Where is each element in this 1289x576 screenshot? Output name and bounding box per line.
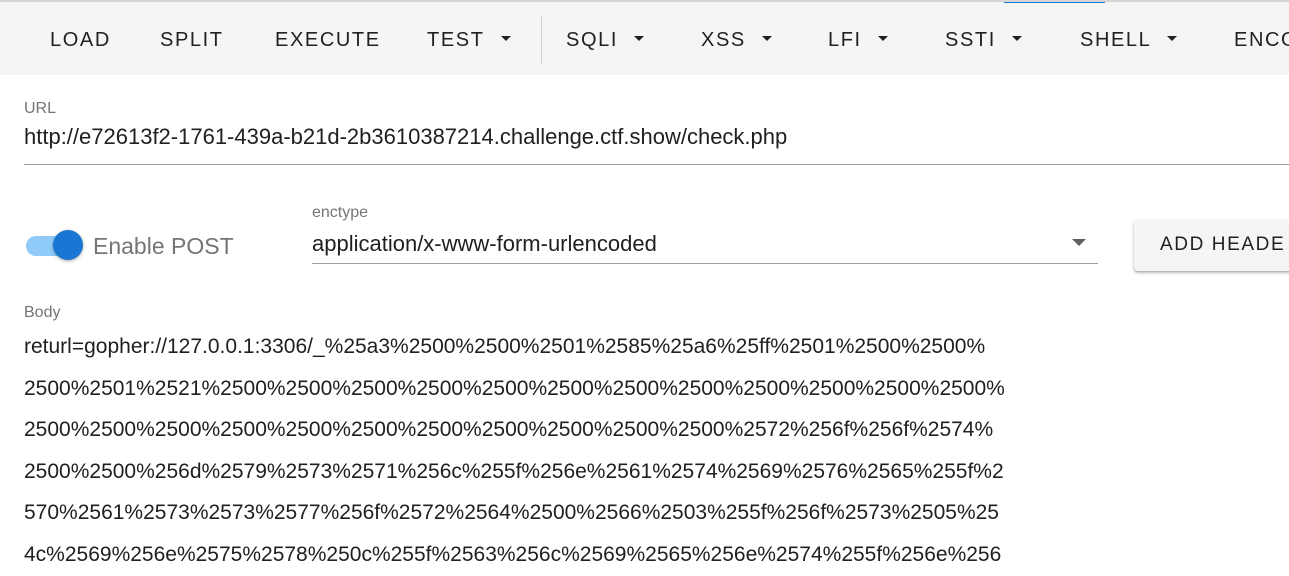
shell-menu-button[interactable]: SHELL [1080,28,1178,52]
sqli-menu-label: SQLI [566,29,618,51]
body-textarea[interactable]: returl=gopher://127.0.0.1:3306/_%25a3%25… [24,326,1104,576]
caret-down-icon [877,36,888,42]
url-input[interactable]: http://e72613f2-1761-439a-b21d-2b3610387… [24,124,787,150]
body-label: Body [24,304,61,321]
caret-down-icon [1167,36,1178,42]
caret-down-icon [761,36,772,42]
caret-down-icon [1011,36,1022,42]
encoding-menu-button[interactable]: ENCO [1234,28,1289,52]
caret-down-icon [500,36,511,42]
shell-menu-label: SHELL [1080,29,1152,51]
load-button-label: LOAD [50,29,111,51]
switch-thumb [53,230,83,260]
url-input-underline [24,164,1289,165]
execute-button[interactable]: EXECUTE [275,28,381,52]
add-header-label: ADD HEADE [1160,234,1286,255]
split-button-label: SPLIT [160,29,224,51]
body-line: 2500%2501%2521%2500%2500%2500%2500%2500%… [24,376,1005,400]
xss-menu-label: XSS [701,29,746,51]
enable-post-label: Enable POST [93,233,234,259]
active-tab-indicator [1004,2,1105,3]
enable-post-switch[interactable] [26,230,83,260]
caret-down-icon [633,36,644,42]
sqli-menu-button[interactable]: SQLI [566,28,644,52]
body-line: 4c%2569%256e%2575%2578%250c%255f%2563%25… [24,542,1002,566]
body-line: returl=gopher://127.0.0.1:3306/_%25a3%25… [24,335,986,358]
lfi-menu-label: LFI [828,29,862,51]
ssti-menu-button[interactable]: SSTI [945,28,1022,52]
load-button[interactable]: LOAD [50,28,111,52]
ssti-menu-label: SSTI [945,29,996,51]
toolbar-divider [541,16,542,64]
lfi-menu-button[interactable]: LFI [828,28,888,52]
test-menu-label: TEST [427,29,485,51]
dropdown-arrow-icon[interactable] [1072,239,1086,246]
url-label: URL [24,100,57,117]
toolbar: LOAD SPLIT EXECUTE TEST SQLI XSS LFI SST… [0,0,1289,75]
enctype-select[interactable]: application/x-www-form-urlencoded [312,231,657,257]
test-menu-button[interactable]: TEST [427,28,511,52]
enctype-label: enctype [312,204,369,221]
body-line: 570%2561%2573%2573%2577%256f%2572%2564%2… [24,501,999,525]
enctype-select-underline [312,263,1098,264]
split-button[interactable]: SPLIT [160,28,224,52]
xss-menu-button[interactable]: XSS [701,28,772,52]
body-line: 2500%2500%2500%2500%2500%2500%2500%2500%… [24,418,994,442]
add-header-button[interactable]: ADD HEADE [1134,219,1289,271]
body-line: 2500%2500%256d%2579%2573%2571%256c%255f%… [24,459,1004,483]
execute-button-label: EXECUTE [275,29,381,51]
encoding-menu-label: ENCO [1234,29,1289,51]
